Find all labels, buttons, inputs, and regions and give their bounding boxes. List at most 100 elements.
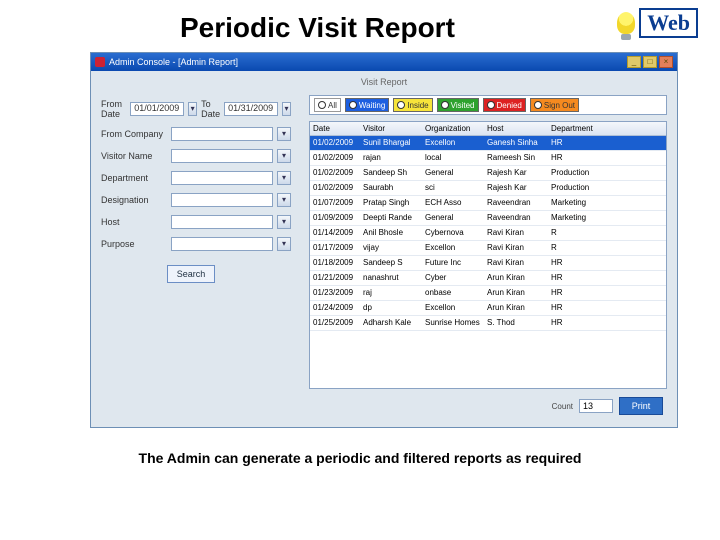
filter-panel: From Date 01/01/2009 ▾ To Date 01/31/200… — [101, 95, 291, 417]
minimize-button[interactable]: _ — [627, 56, 641, 68]
table-row[interactable]: 01/09/2009Deepti RandeGeneralRaveendranM… — [310, 211, 666, 226]
status-inside[interactable]: Inside — [393, 98, 432, 112]
purpose-dropdown[interactable]: ▾ — [277, 237, 291, 251]
table-cell: onbase — [422, 286, 484, 300]
radio-icon — [441, 101, 449, 109]
table-cell: ECH Asso — [422, 196, 484, 210]
close-button[interactable]: × — [659, 56, 673, 68]
to-date-dropdown[interactable]: ▾ — [282, 102, 291, 116]
table-cell: Marketing — [548, 196, 606, 210]
status-visited[interactable]: Visited — [437, 98, 479, 112]
table-cell: Sunrise Homes — [422, 316, 484, 330]
table-cell: 01/25/2009 — [310, 316, 360, 330]
col-dept[interactable]: Department — [548, 122, 606, 135]
table-row[interactable]: 01/02/2009rajanlocalRameesh SinHR — [310, 151, 666, 166]
table-cell: R — [548, 241, 606, 255]
table-cell: Production — [548, 181, 606, 195]
from-date-input[interactable]: 01/01/2009 — [130, 102, 184, 116]
table-cell: 01/18/2009 — [310, 256, 360, 270]
table-cell: 01/21/2009 — [310, 271, 360, 285]
from-date-label: From Date — [101, 99, 126, 119]
table-cell: Excellon — [422, 241, 484, 255]
table-row[interactable]: 01/18/2009Sandeep SFuture IncRavi KiranH… — [310, 256, 666, 271]
table-cell: Anil Bhosle — [360, 226, 422, 240]
print-button[interactable]: Print — [619, 397, 663, 415]
desig-input[interactable] — [171, 193, 273, 207]
dept-input[interactable] — [171, 171, 273, 185]
col-host[interactable]: Host — [484, 122, 548, 135]
purpose-input[interactable] — [171, 237, 273, 251]
table-row[interactable]: 01/21/2009nanashrutCyberArun KiranHR — [310, 271, 666, 286]
table-cell: HR — [548, 151, 606, 165]
table-cell: Excellon — [422, 136, 484, 150]
table-cell: Adharsh Kale — [360, 316, 422, 330]
table-cell: 01/17/2009 — [310, 241, 360, 255]
table-cell: Raveendran — [484, 196, 548, 210]
host-dropdown[interactable]: ▾ — [277, 215, 291, 229]
table-cell: Saurabh — [360, 181, 422, 195]
table-cell: rajan — [360, 151, 422, 165]
from-date-dropdown[interactable]: ▾ — [188, 102, 197, 116]
visitor-dropdown[interactable]: ▾ — [277, 149, 291, 163]
table-cell: Excellon — [422, 301, 484, 315]
table-row[interactable]: 01/02/2009Sunil BhargalExcellonGanesh Si… — [310, 136, 666, 151]
status-denied[interactable]: Denied — [483, 98, 526, 112]
table-cell: Production — [548, 166, 606, 180]
host-label: Host — [101, 217, 167, 227]
status-filter-bar: All Waiting Inside Visited Denied Sign O… — [309, 95, 667, 115]
purpose-label: Purpose — [101, 239, 167, 249]
table-row[interactable]: 01/02/2009Sandeep ShGeneralRajesh KarPro… — [310, 166, 666, 181]
dept-dropdown[interactable]: ▾ — [277, 171, 291, 185]
company-dropdown[interactable]: ▾ — [277, 127, 291, 141]
app-icon — [95, 57, 105, 67]
maximize-button[interactable]: □ — [643, 56, 657, 68]
slide-title: Periodic Visit Report — [180, 12, 455, 44]
table-cell: Raveendran — [484, 211, 548, 225]
col-visitor[interactable]: Visitor — [360, 122, 422, 135]
table-row[interactable]: 01/02/2009SaurabhsciRajesh KarProduction — [310, 181, 666, 196]
table-cell: General — [422, 211, 484, 225]
col-date[interactable]: Date — [310, 122, 360, 135]
table-cell: Ravi Kiran — [484, 226, 548, 240]
col-org[interactable]: Organization — [422, 122, 484, 135]
table-cell: nanashrut — [360, 271, 422, 285]
desig-dropdown[interactable]: ▾ — [277, 193, 291, 207]
table-row[interactable]: 01/07/2009Pratap SinghECH AssoRaveendran… — [310, 196, 666, 211]
company-input[interactable] — [171, 127, 273, 141]
table-cell: Arun Kiran — [484, 271, 548, 285]
table-cell: Cyber — [422, 271, 484, 285]
table-cell: Arun Kiran — [484, 286, 548, 300]
table-cell: raj — [360, 286, 422, 300]
search-button[interactable]: Search — [167, 265, 215, 283]
visitor-input[interactable] — [171, 149, 273, 163]
table-cell: Cybernova — [422, 226, 484, 240]
table-cell: dp — [360, 301, 422, 315]
status-waiting[interactable]: Waiting — [345, 98, 389, 112]
table-row[interactable]: 01/14/2009Anil BhosleCybernovaRavi Kiran… — [310, 226, 666, 241]
table-cell: Ganesh Sinha — [484, 136, 548, 150]
radio-icon — [349, 101, 357, 109]
results-grid: Date Visitor Organization Host Departmen… — [309, 121, 667, 389]
table-row[interactable]: 01/23/2009rajonbaseArun KiranHR — [310, 286, 666, 301]
company-label: From Company — [101, 129, 167, 139]
table-row[interactable]: 01/25/2009Adharsh KaleSunrise HomesS. Th… — [310, 316, 666, 331]
count-value: 13 — [579, 399, 613, 413]
table-cell: HR — [548, 286, 606, 300]
table-row[interactable]: 01/17/2009vijayExcellonRavi KiranR — [310, 241, 666, 256]
to-date-input[interactable]: 01/31/2009 — [224, 102, 278, 116]
status-all[interactable]: All — [314, 98, 341, 112]
table-cell: Ravi Kiran — [484, 241, 548, 255]
table-row[interactable]: 01/24/2009dpExcellonArun KiranHR — [310, 301, 666, 316]
grid-body[interactable]: 01/02/2009Sunil BhargalExcellonGanesh Si… — [310, 136, 666, 388]
host-input[interactable] — [171, 215, 273, 229]
status-signout[interactable]: Sign Out — [530, 98, 579, 112]
table-cell: 01/02/2009 — [310, 151, 360, 165]
table-cell: 01/23/2009 — [310, 286, 360, 300]
table-cell: 01/02/2009 — [310, 181, 360, 195]
grid-header: Date Visitor Organization Host Departmen… — [310, 122, 666, 136]
table-cell: S. Thod — [484, 316, 548, 330]
table-cell: 01/02/2009 — [310, 166, 360, 180]
table-cell: 01/07/2009 — [310, 196, 360, 210]
window-title: Admin Console - [Admin Report] — [109, 57, 238, 67]
table-cell: Sandeep S — [360, 256, 422, 270]
